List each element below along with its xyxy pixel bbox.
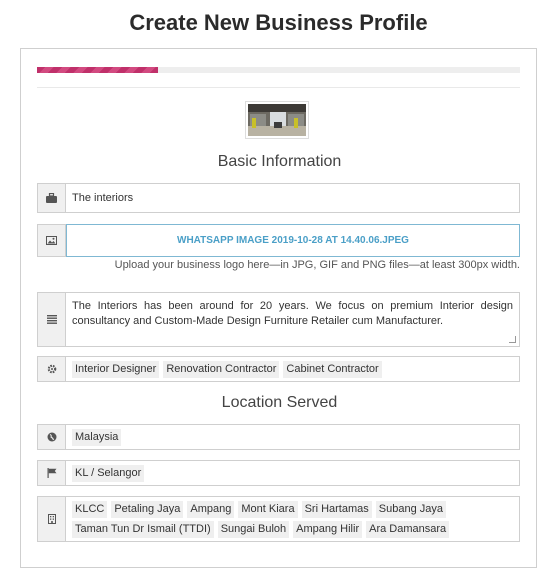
page-title: Create New Business Profile [129,10,428,35]
divider [37,87,520,88]
category-tag: Interior Designer [72,360,160,378]
briefcase-icon [38,184,66,212]
building-icon [38,497,66,541]
area-tag: Ampang Hilir [293,520,363,538]
category-tag: Cabinet Contractor [283,360,382,378]
progress-bar [37,67,520,73]
area-tag: Ara Damansara [366,520,450,538]
state-select[interactable]: KL / Selangor [66,461,519,485]
progress-bar-fill [37,67,158,73]
logo-help-text: Upload your business logo here—in JPG, G… [114,259,520,271]
logo-preview-image [248,104,306,136]
categories-tag-input[interactable]: Interior Designer Renovation Contractor Ca… [66,357,519,381]
country-select[interactable]: Malaysia [66,425,519,449]
areas-tag-input[interactable]: KLCC Petaling Jaya Ampang Mont Kiara Sri Har… [66,497,519,541]
profile-form-card: Basic Information The interiors WHATSAPP… [20,48,537,568]
image-icon [38,225,66,256]
area-tag: Subang Jaya [375,500,446,518]
business-name-input[interactable]: The interiors [66,184,519,212]
state-tag: KL / Selangor [72,464,145,482]
logo-upload-group: WHATSAPP IMAGE 2019-10-28 AT 14.40.06.JP… [37,224,520,257]
area-tag: Ampang [187,500,235,518]
area-tag: Sungai Buloh [217,520,290,538]
categories-group: Interior Designer Renovation Contractor Ca… [37,356,520,382]
areas-group: KLCC Petaling Jaya Ampang Mont Kiara Sri Har… [37,496,520,542]
logo-thumbnail[interactable] [245,101,309,139]
align-justify-icon [38,293,66,346]
state-group: KL / Selangor [37,460,520,486]
area-tag: Taman Tun Dr Ismail (TTDI) [72,520,214,538]
resize-handle[interactable] [509,336,516,343]
globe-icon [38,425,66,449]
location-served-heading: Location Served [221,394,338,411]
category-tag: Renovation Contractor [163,360,280,378]
area-tag: KLCC [72,500,108,518]
area-tag: Petaling Jaya [111,500,184,518]
country-group: Malaysia [37,424,520,450]
description-text: The Interiors has been around for 20 yea… [72,300,513,327]
area-tag: Sri Hartamas [301,500,372,518]
business-name-group: The interiors [37,183,520,213]
gear-icon [38,357,66,381]
country-tag: Malaysia [72,428,122,446]
area-tag: Mont Kiara [238,500,298,518]
basic-information-heading: Basic Information [217,153,342,170]
logo-file-input[interactable]: WHATSAPP IMAGE 2019-10-28 AT 14.40.06.JP… [66,224,520,257]
flag-icon [38,461,66,485]
description-group: The Interiors has been around for 20 yea… [37,292,520,347]
description-textarea[interactable]: The Interiors has been around for 20 yea… [66,293,519,346]
